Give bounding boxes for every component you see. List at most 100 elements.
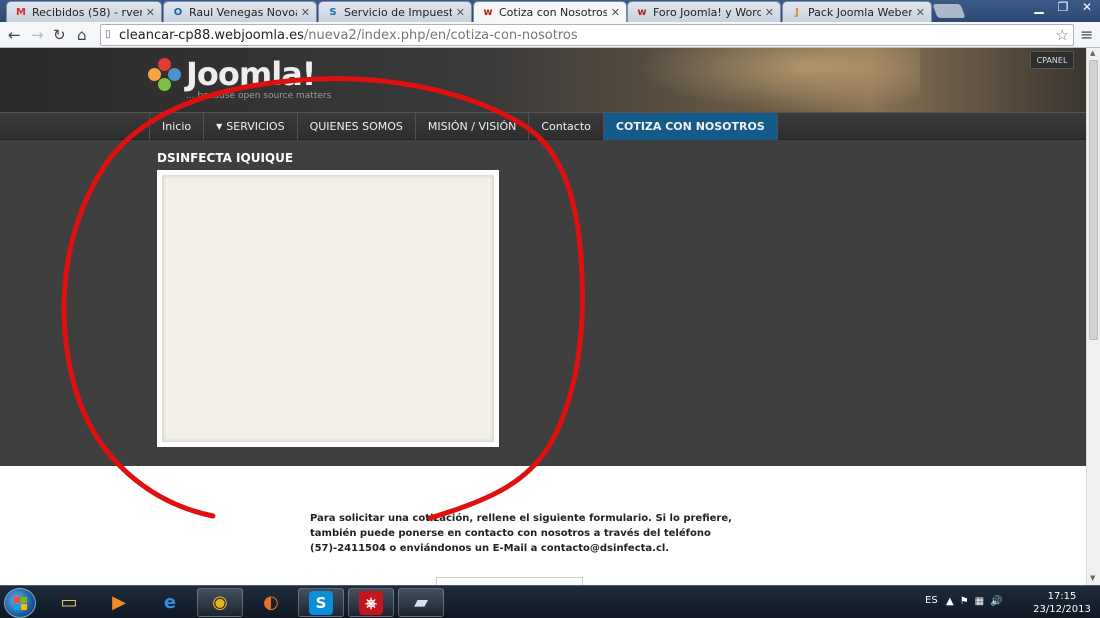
media-player-icon: ▶ bbox=[112, 592, 126, 613]
volume-icon[interactable]: 🔊 bbox=[990, 596, 1002, 607]
new-tab-button[interactable] bbox=[932, 4, 966, 18]
window-controls: ▁ ❐ ✕ bbox=[1032, 0, 1094, 14]
windows-taskbar: ▭ ▶ e ◉ ◐ S ⎈ ▰ ES ▲ ⚑ ▦ 🔊 17:15 23/12/2013 bbox=[0, 585, 1100, 618]
webempresa-icon: w bbox=[637, 6, 647, 18]
site-header: Joomla! ... because open source matters … bbox=[0, 48, 1086, 112]
tab-title: Servicio de Impuestos Inte bbox=[344, 5, 452, 19]
browser-tab-bar: M Recibidos (58) - rvenegas ✕ O Raul Venegas… bbox=[0, 0, 1100, 22]
page-scrollbar[interactable]: ▲ ▼ bbox=[1086, 48, 1100, 585]
network-icon[interactable]: ▦ bbox=[975, 596, 984, 607]
nav-item-label: COTIZA CON NOSOTROS bbox=[615, 120, 765, 133]
system-clock[interactable]: 17:15 23/12/2013 bbox=[1032, 590, 1092, 616]
screen: M Recibidos (58) - rvenegas ✕ O Raul Venegas… bbox=[0, 0, 1100, 618]
joomla-logo-icon bbox=[148, 58, 181, 91]
nav-item[interactable]: Inicio bbox=[150, 113, 205, 140]
site-logo[interactable]: Joomla! bbox=[148, 55, 316, 93]
scroll-down-arrow-icon[interactable]: ▼ bbox=[1090, 574, 1095, 582]
taskbar-app-button[interactable]: ▰ bbox=[398, 588, 444, 617]
chrome-icon: ◉ bbox=[212, 592, 228, 613]
reload-button[interactable]: ↻ bbox=[53, 26, 66, 44]
taskbar-app-button[interactable]: ◉ bbox=[197, 588, 243, 617]
contact-info-text: Para solicitar una cotización, rellene e… bbox=[310, 513, 732, 554]
close-tab-icon[interactable]: ✕ bbox=[146, 6, 155, 19]
form-field[interactable] bbox=[436, 577, 583, 585]
tab-title: Raul Venegas Novoa - Ou bbox=[189, 5, 297, 19]
taskbar-app-button[interactable]: e bbox=[147, 588, 193, 617]
content-area: Para solicitar una cotización, rellene e… bbox=[0, 466, 1086, 585]
browser-tab[interactable]: J Pack Joomla Webempresa ✕ bbox=[782, 1, 932, 22]
back-button[interactable]: ← bbox=[8, 26, 21, 44]
url-path: /nueva2/index.php/en/cotiza-con-nosotros bbox=[303, 28, 578, 43]
nav-item-label: Contacto bbox=[541, 120, 591, 133]
nav-item[interactable]: QUIENES SOMOS bbox=[298, 113, 416, 140]
close-tab-icon[interactable]: ✕ bbox=[456, 6, 465, 19]
close-tab-icon[interactable]: ✕ bbox=[301, 6, 310, 19]
chrome-menu-icon[interactable]: ≡ bbox=[1080, 25, 1093, 44]
url-text: cleancar-cp88.webjoomla.es/nueva2/index.… bbox=[119, 28, 578, 43]
taskbar-app-button[interactable]: S bbox=[298, 588, 344, 617]
nav-item-label: SERVICIOS bbox=[226, 120, 285, 133]
clock-time: 17:15 bbox=[1047, 591, 1077, 602]
acrobat-icon: ⎈ bbox=[359, 590, 383, 615]
nav-item-label: MISIÓN / VISIÓN bbox=[427, 120, 517, 133]
nav-item-label: Inicio bbox=[162, 120, 192, 133]
map-frame bbox=[157, 170, 499, 447]
notepad-icon: ▰ bbox=[414, 592, 428, 613]
tab-title: Pack Joomla Webempresa bbox=[808, 5, 912, 19]
dropdown-caret-icon: ▼ bbox=[216, 122, 223, 131]
browser-tab[interactable]: w Foro Joomla! y WordPress ✕ bbox=[627, 1, 781, 22]
taskbar-app-button[interactable]: ▭ bbox=[46, 588, 92, 617]
gmail-icon: M bbox=[16, 6, 26, 18]
logo-tagline: ... because open source matters bbox=[186, 91, 332, 101]
tab-title: Foro Joomla! y WordPress bbox=[653, 5, 761, 19]
scroll-up-arrow-icon[interactable]: ▲ bbox=[1090, 49, 1095, 57]
nav-item[interactable]: Contacto bbox=[529, 113, 604, 140]
scrollbar-thumb[interactable] bbox=[1089, 60, 1098, 340]
close-tab-icon[interactable]: ✕ bbox=[916, 6, 925, 19]
outlook-icon: O bbox=[173, 6, 183, 18]
system-tray: ▲ ⚑ ▦ 🔊 bbox=[946, 596, 1003, 607]
browser-tab[interactable]: w Cotiza con Nosotros ✕ bbox=[473, 1, 627, 22]
tab-title: Recibidos (58) - rvenegas bbox=[32, 5, 142, 19]
nav-item[interactable]: ▼ SERVICIOS bbox=[204, 113, 298, 140]
maximize-button[interactable]: ❐ bbox=[1056, 0, 1070, 14]
minimize-button[interactable]: ▁ bbox=[1032, 0, 1046, 14]
browser-tab[interactable]: S Servicio de Impuestos Inte ✕ bbox=[318, 1, 472, 22]
nav-item[interactable]: COTIZA CON NOSOTROS bbox=[603, 113, 778, 140]
webempresa-icon: w bbox=[483, 6, 493, 18]
taskbar-app-button[interactable]: ◐ bbox=[248, 588, 294, 617]
close-window-button[interactable]: ✕ bbox=[1080, 0, 1094, 14]
map-embed[interactable] bbox=[162, 175, 494, 442]
home-button[interactable]: ⌂ bbox=[77, 26, 87, 44]
browser-tab[interactable]: O Raul Venegas Novoa - Ou ✕ bbox=[163, 1, 317, 22]
browser-toolbar: ← → ↻ ⌂ ▯ cleancar-cp88.webjoomla.es/nue… bbox=[0, 22, 1100, 48]
show-hidden-icons-icon[interactable]: ▲ bbox=[946, 596, 954, 607]
explorer-icon: ▭ bbox=[60, 592, 78, 613]
main-navigation: Inicio ▼ SERVICIOS QUIENES SOMOS MISIÓN / VI… bbox=[0, 112, 1086, 140]
taskbar-app-button[interactable]: ▶ bbox=[96, 588, 142, 617]
module-title: DSINFECTA IQUIQUE bbox=[157, 151, 294, 165]
taskbar-app-button[interactable]: ⎈ bbox=[348, 588, 394, 617]
web-page: Joomla! ... because open source matters … bbox=[0, 48, 1086, 585]
action-center-flag-icon[interactable]: ⚑ bbox=[960, 596, 969, 607]
language-indicator[interactable]: ES bbox=[925, 595, 938, 606]
cpanel-button[interactable]: CPANEL bbox=[1030, 51, 1074, 69]
address-bar[interactable]: ▯ cleancar-cp88.webjoomla.es/nueva2/inde… bbox=[100, 24, 1074, 46]
page-icon: ▯ bbox=[105, 29, 111, 40]
firefox-icon: ◐ bbox=[263, 592, 279, 613]
start-button[interactable] bbox=[4, 588, 36, 618]
nav-item[interactable]: MISIÓN / VISIÓN bbox=[416, 113, 530, 140]
bookmark-star-icon[interactable]: ☆ bbox=[1056, 26, 1069, 44]
internet-explorer-icon: e bbox=[163, 592, 177, 613]
nav-item-label: QUIENES SOMOS bbox=[309, 120, 403, 133]
joomla-icon: J bbox=[795, 6, 799, 18]
logo-text: Joomla! bbox=[186, 55, 316, 93]
browser-tab[interactable]: M Recibidos (58) - rvenegas ✕ bbox=[6, 1, 162, 22]
close-tab-icon[interactable]: ✕ bbox=[611, 6, 620, 19]
tab-title: Cotiza con Nosotros bbox=[499, 5, 607, 19]
close-tab-icon[interactable]: ✕ bbox=[765, 6, 774, 19]
skype-icon: S bbox=[309, 590, 333, 615]
sii-icon: S bbox=[329, 6, 337, 18]
clock-date: 23/12/2013 bbox=[1033, 604, 1091, 615]
forward-button[interactable]: → bbox=[31, 26, 44, 44]
